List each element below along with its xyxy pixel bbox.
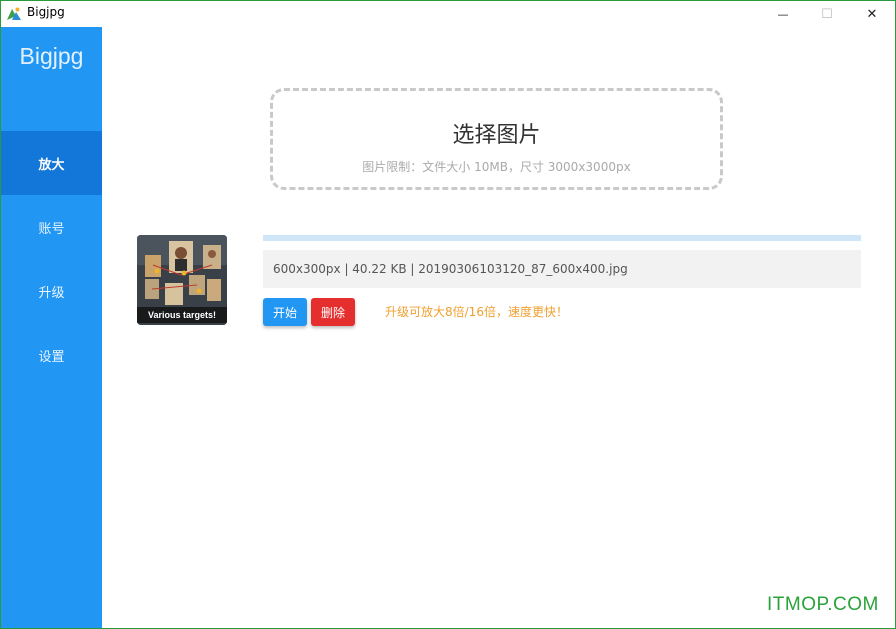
start-button-label: 开始 <box>272 305 297 320</box>
select-image-title: 选择图片 <box>452 123 541 148</box>
sidebar-item-label: 账号 <box>38 221 65 237</box>
sidebar: Bigjpg 放大 账号 升级 设置 <box>1 27 102 628</box>
sidebar-item-label: 升级 <box>38 285 65 301</box>
sidebar-item-settings[interactable]: 设置 <box>1 323 102 387</box>
delete-button-label: 删除 <box>320 305 345 320</box>
app-window: Bigjpg — ☐ ✕ Bigjpg 放大 账号 升级 设置 选择图片 图片限… <box>0 0 896 629</box>
title-bar: Bigjpg — ☐ ✕ <box>1 1 895 27</box>
progress-bar <box>263 235 861 241</box>
thumbnail-caption: Various targets! <box>137 307 227 323</box>
brand-title: Bigjpg <box>19 43 84 69</box>
sidebar-item-account[interactable]: 账号 <box>1 195 102 259</box>
minimize-icon: — <box>777 7 789 21</box>
maximize-icon: ☐ <box>821 6 833 22</box>
delete-button[interactable]: 删除 <box>311 298 355 326</box>
window-title: Bigjpg <box>27 5 65 19</box>
sidebar-item-upgrade[interactable]: 升级 <box>1 259 102 323</box>
close-icon: ✕ <box>866 6 878 22</box>
upgrade-tip: 升级可放大8倍/16倍，速度更快！ <box>385 305 568 319</box>
file-info: 600x300px | 40.22 KB | 20190306103120_87… <box>263 250 861 288</box>
sidebar-item-label: 设置 <box>38 349 65 365</box>
sidebar-item-label: 放大 <box>38 157 65 173</box>
upload-limit-hint: 图片限制：文件大小 10MB，尺寸 3000x3000px <box>362 160 631 174</box>
close-button[interactable]: ✕ <box>850 1 894 27</box>
bigjpg-logo-icon <box>6 6 22 22</box>
watermark: ITMOP.COM <box>767 594 879 615</box>
select-image-dropzone[interactable]: 选择图片 图片限制：文件大小 10MB，尺寸 3000x3000px <box>270 88 723 190</box>
maximize-button[interactable]: ☐ <box>805 1 849 27</box>
minimize-button[interactable]: — <box>761 1 805 27</box>
start-button[interactable]: 开始 <box>263 298 307 326</box>
image-thumbnail: Various targets! <box>137 235 227 325</box>
sidebar-item-enlarge[interactable]: 放大 <box>1 131 102 195</box>
